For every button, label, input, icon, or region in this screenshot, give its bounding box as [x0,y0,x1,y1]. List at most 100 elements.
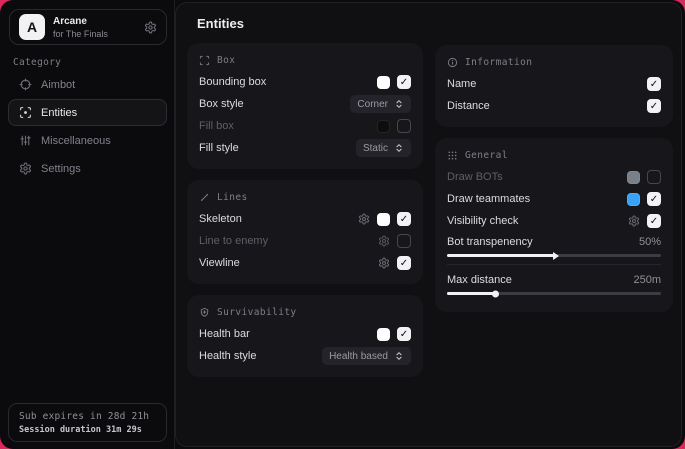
page-title: Entities [197,16,244,31]
color-swatch[interactable] [627,171,640,184]
sidebar: A Arcane for The Finals Category Aimbot … [0,0,175,449]
setting-label: Name [447,78,476,90]
category-label: Category [13,57,61,68]
max-distance-slider-group: Max distance 250m [447,270,661,295]
color-swatch[interactable] [377,120,390,133]
color-swatch[interactable] [377,328,390,341]
general-card-header: General [447,148,661,161]
setting-label: Viewline [199,257,240,269]
box-style-select[interactable]: Corner [350,95,411,113]
header-gear-icon[interactable] [144,21,157,34]
setting-row-visibility-check: Visibility check [447,210,661,232]
checkbox[interactable] [647,99,661,113]
color-swatch[interactable] [377,213,390,226]
box-brackets-icon [199,55,210,66]
sidebar-item-miscellaneous[interactable]: Miscellaneous [8,127,167,154]
setting-row-draw-bots: Draw BOTs [447,166,661,188]
gear-icon[interactable] [628,215,640,227]
app-title-block: Arcane for The Finals [53,16,108,39]
box-card: Box Bounding box Box style Corne [187,43,423,169]
setting-label: Skeleton [199,213,242,225]
select-value: Corner [357,99,388,110]
checkbox[interactable] [647,77,661,91]
subscription-info-box: Sub expires in 28d 21h Session duration … [8,403,167,442]
checkbox[interactable] [647,170,661,184]
setting-row-draw-teammates: Draw teammates [447,188,661,210]
slider-label: Bot transpenency [447,236,533,248]
slider-knob-handle[interactable] [492,290,499,297]
setting-row-health-style: Health style Health based [199,345,411,367]
gear-icon[interactable] [358,213,370,225]
checkbox[interactable] [397,119,411,133]
color-swatch[interactable] [377,76,390,89]
app-window: A Arcane for The Finals Category Aimbot … [0,0,685,449]
setting-row-distance: Distance [447,95,661,117]
sidebar-item-aimbot[interactable]: Aimbot [8,71,167,98]
information-card-header: Information [447,55,661,68]
setting-row-box-style: Box style Corner [199,93,411,115]
slider-label: Max distance [447,274,512,286]
checkbox[interactable] [397,212,411,226]
crosshair-icon [19,78,32,91]
sidebar-item-entities[interactable]: Entities [8,99,167,126]
setting-label: Box style [199,98,244,110]
health-style-select[interactable]: Health based [322,347,411,365]
checkbox[interactable] [397,327,411,341]
info-icon [447,57,458,68]
color-swatch[interactable] [627,193,640,206]
checkbox[interactable] [397,75,411,89]
bot-transparency-slider-group: Bot transpenency 50% [447,232,661,257]
setting-label: Bounding box [199,76,266,88]
slider-value: 250m [633,274,661,286]
app-name: Arcane [53,16,108,27]
fill-style-select[interactable]: Static [356,139,411,157]
max-distance-slider[interactable] [447,292,661,295]
card-title: Information [465,57,532,68]
card-title: Lines [217,192,248,203]
app-logo: A [19,14,45,40]
app-header: A Arcane for The Finals [9,9,167,45]
sidebar-item-label: Miscellaneous [41,135,111,147]
setting-label: Visibility check [447,215,518,227]
setting-label: Health bar [199,328,250,340]
setting-label: Fill box [199,120,234,132]
setting-label: Draw BOTs [447,171,503,183]
left-column: Box Bounding box Box style Corne [187,43,423,388]
setting-row-line-to-enemy: Line to enemy [199,230,411,252]
session-duration-text: Session duration 31m 29s [19,425,156,435]
gear-icon[interactable] [378,235,390,247]
setting-row-skeleton: Skeleton [199,208,411,230]
slider-value: 50% [639,236,661,248]
chevrons-up-down-icon [394,99,404,109]
checkbox[interactable] [647,214,661,228]
setting-label: Distance [447,100,490,112]
sidebar-item-label: Entities [41,107,77,119]
setting-row-health-bar: Health bar [199,323,411,345]
shield-icon [199,307,210,318]
box-card-header: Box [199,53,411,66]
lines-card: Lines Skeleton Line to enemy [187,180,423,284]
chevrons-up-down-icon [394,351,404,361]
sidebar-item-settings[interactable]: Settings [8,155,167,182]
sidebar-item-label: Settings [41,163,81,175]
survivability-card: Survivability Health bar Health style [187,295,423,377]
gear-icon[interactable] [378,257,390,269]
checkbox[interactable] [397,256,411,270]
checkbox[interactable] [647,192,661,206]
sidebar-nav: Aimbot Entities Miscellaneous Settings [8,71,167,183]
chevrons-up-down-icon [394,143,404,153]
sliders-icon [19,134,32,147]
setting-label: Health style [199,350,256,362]
setting-row-bounding-box: Bounding box [199,71,411,93]
lines-card-header: Lines [199,190,411,203]
card-title: Box [217,55,235,66]
setting-label: Line to enemy [199,235,268,247]
app-subtitle: for The Finals [53,29,108,39]
right-column: Information Name Distance [435,45,673,323]
line-icon [199,192,210,203]
checkbox[interactable] [397,234,411,248]
select-value: Health based [329,351,388,362]
slider-arrow-handle[interactable] [553,252,559,260]
bot-transparency-slider[interactable] [447,254,661,257]
grid-icon [447,150,458,161]
